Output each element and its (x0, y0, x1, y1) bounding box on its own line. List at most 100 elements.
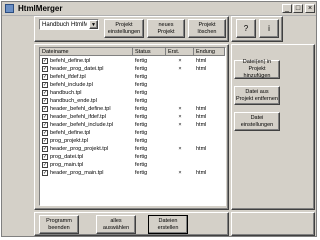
file-checkbox[interactable]: ✓ (42, 90, 48, 96)
file-status: fertig (135, 138, 148, 144)
file-name: handbuch.tpl (50, 90, 82, 96)
file-name: befehl_include.tpl (50, 82, 93, 88)
file-name: prog_datei.tpl (50, 154, 84, 160)
file-extension: html (196, 122, 207, 128)
info-button[interactable]: i (259, 19, 279, 38)
file-status: fertig (135, 162, 148, 168)
file-status: fertig (135, 74, 148, 80)
file-name: header_prog_projekt.tpl (50, 146, 109, 152)
maximize-button[interactable]: □ (293, 4, 303, 13)
create-files-button[interactable]: Dateien erstellen (148, 215, 188, 234)
file-checkbox[interactable]: ✓ (42, 114, 48, 120)
file-extension: html (196, 114, 207, 120)
file-checkbox[interactable]: ✓ (42, 82, 48, 88)
file-erst-mark: × (178, 114, 182, 120)
file-name: header_befehl_include.tpl (50, 122, 113, 128)
file-erst-mark: × (178, 66, 182, 72)
new-project-button[interactable]: neues Projekt (147, 19, 185, 38)
file-erst-mark: × (178, 58, 182, 64)
app-icon (5, 4, 14, 13)
file-row[interactable]: ✓ befehl_define.tpl fertig (40, 129, 225, 137)
project-select-value: Handbuch HtmlMerg (42, 22, 87, 28)
file-checkbox[interactable]: ✓ (42, 106, 48, 112)
column-header-endung[interactable]: Endung (194, 48, 225, 56)
file-row[interactable]: ✓ prog_projekt.tpl fertig (40, 137, 225, 145)
file-checkbox[interactable]: ✓ (42, 138, 48, 144)
file-row[interactable]: ✓ handbuch.tpl fertig (40, 89, 225, 97)
file-erst-mark: × (178, 122, 182, 128)
file-checkbox[interactable]: ✓ (42, 162, 48, 168)
add-files-button[interactable]: Datei(en) in Projekt hinzufügen (234, 59, 280, 79)
help-button[interactable]: ? (236, 19, 256, 38)
file-status: fertig (135, 82, 148, 88)
file-name: header_prog_main.tpl (50, 170, 104, 176)
file-name: handbuch_ende.tpl (50, 98, 97, 104)
file-row[interactable]: ✓ header_befehl_include.tpl fertig × html (40, 121, 225, 129)
file-row[interactable]: ✓ header_befehl_ifdef.tpl fertig × html (40, 113, 225, 121)
select-all-button[interactable]: alles auswählen (96, 215, 136, 234)
file-name: befehl_define.tpl (50, 58, 91, 64)
file-row[interactable]: ✓ befehl_ifdef.tpl fertig (40, 73, 225, 81)
project-select[interactable]: Handbuch HtmlMerg ▼ (39, 19, 99, 30)
file-checkbox[interactable]: ✓ (42, 122, 48, 128)
file-status: fertig (135, 130, 148, 136)
file-checkbox[interactable]: ✓ (42, 58, 48, 64)
file-status: fertig (135, 106, 148, 112)
file-row[interactable]: ✓ prog_main.tpl fertig (40, 161, 225, 169)
close-button[interactable]: × (305, 4, 315, 13)
column-header-erst[interactable]: Erst. (166, 48, 194, 56)
remove-file-button[interactable]: Datei aus Projekt entfernen (234, 86, 280, 105)
file-status: fertig (135, 114, 148, 120)
file-checkbox[interactable]: ✓ (42, 66, 48, 72)
file-row[interactable]: ✓ header_prog_projekt.tpl fertig × html (40, 145, 225, 153)
project-settings-button[interactable]: Projekt einstellungen (104, 19, 144, 38)
file-row[interactable]: ✓ handbuch_ende.tpl fertig (40, 97, 225, 105)
file-settings-button[interactable]: Datei einstellungen (234, 112, 280, 131)
file-checkbox[interactable]: ✓ (42, 154, 48, 160)
file-erst-mark: × (178, 106, 182, 112)
file-status: fertig (135, 66, 148, 72)
chevron-down-icon[interactable]: ▼ (89, 20, 98, 29)
file-status: fertig (135, 170, 148, 176)
file-erst-mark: × (178, 146, 182, 152)
column-header-filename[interactable]: Dateiname (40, 48, 133, 56)
file-checkbox[interactable]: ✓ (42, 130, 48, 136)
file-name: header_befehl_ifdef.tpl (50, 114, 106, 120)
file-extension: html (196, 146, 207, 152)
file-name: prog_projekt.tpl (50, 138, 88, 144)
file-name: prog_main.tpl (50, 162, 84, 168)
file-status: fertig (135, 154, 148, 160)
file-name: befehl_define.tpl (50, 130, 91, 136)
minimize-button[interactable]: _ (282, 4, 292, 13)
file-erst-mark: × (178, 170, 182, 176)
file-checkbox[interactable]: ✓ (42, 98, 48, 104)
app-window: HtmlMerger _ □ × Handbuch HtmlMerg ▼ Pro… (1, 1, 317, 237)
file-extension: html (196, 58, 207, 64)
title-bar: HtmlMerger _ □ × (2, 2, 316, 16)
file-list: Dateiname Status Erst. Endung ✓ befehl_de… (39, 47, 226, 206)
file-checkbox[interactable]: ✓ (42, 170, 48, 176)
file-row[interactable]: ✓ befehl_define.tpl fertig × html (40, 57, 225, 65)
file-row[interactable]: ✓ header_prog_datei.tpl fertig × html (40, 65, 225, 73)
file-name: header_prog_datei.tpl (50, 66, 104, 72)
file-row[interactable]: ✓ prog_datei.tpl fertig (40, 153, 225, 161)
file-checkbox[interactable]: ✓ (42, 74, 48, 80)
file-status: fertig (135, 146, 148, 152)
file-row[interactable]: ✓ header_prog_main.tpl fertig × html (40, 169, 225, 177)
file-name: befehl_ifdef.tpl (50, 74, 86, 80)
file-checkbox[interactable]: ✓ (42, 146, 48, 152)
file-row[interactable]: ✓ befehl_include.tpl fertig (40, 81, 225, 89)
file-name: header_befehl_define.tpl (50, 106, 111, 112)
file-status: fertig (135, 58, 148, 64)
file-extension: html (196, 66, 207, 72)
file-row[interactable]: ✓ header_befehl_define.tpl fertig × html (40, 105, 225, 113)
file-extension: html (196, 106, 207, 112)
file-status: fertig (135, 90, 148, 96)
exit-program-button[interactable]: Programm beenden (39, 215, 79, 234)
file-extension: html (196, 170, 207, 176)
file-status: fertig (135, 122, 148, 128)
footer-right-panel (231, 212, 315, 236)
delete-project-button[interactable]: Projekt löschen (188, 19, 226, 38)
file-status: fertig (135, 98, 148, 104)
column-header-status[interactable]: Status (133, 48, 166, 56)
